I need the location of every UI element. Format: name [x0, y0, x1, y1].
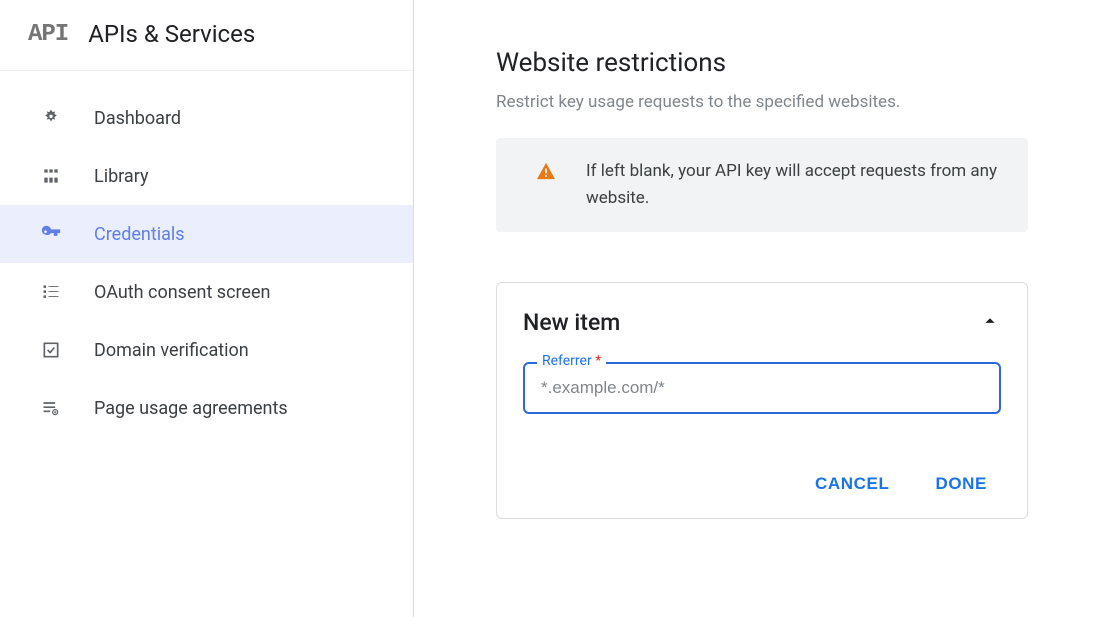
sidebar-title: APIs & Services: [88, 20, 255, 48]
section-description: Restrict key usage requests to the speci…: [496, 92, 1028, 112]
nav-label: Dashboard: [94, 108, 181, 129]
sidebar-item-credentials[interactable]: Credentials: [0, 205, 413, 263]
sidebar-item-oauth-consent[interactable]: OAuth consent screen: [0, 263, 413, 321]
sidebar-item-library[interactable]: Library: [0, 147, 413, 205]
sidebar-item-domain-verification[interactable]: Domain verification: [0, 321, 413, 379]
sidebar-item-page-usage-agreements[interactable]: Page usage agreements: [0, 379, 413, 437]
nav-label: Credentials: [94, 224, 185, 245]
dashboard-icon: [40, 107, 62, 129]
main-content: Website restrictions Restrict key usage …: [414, 0, 1116, 617]
sidebar: API APIs & Services Dashboard Library Cr…: [0, 0, 414, 617]
required-asterisk: *: [595, 353, 601, 369]
agreements-icon: [40, 397, 62, 419]
sidebar-header: API APIs & Services: [0, 0, 413, 71]
cancel-button[interactable]: CANCEL: [815, 474, 889, 494]
nav-list: Dashboard Library Credentials OAuth cons…: [0, 71, 413, 437]
referrer-label: Referrer *: [537, 353, 606, 369]
key-icon: [40, 223, 62, 245]
warning-banner: If left blank, your API key will accept …: [496, 138, 1028, 232]
nav-label: Page usage agreements: [94, 398, 288, 419]
done-button[interactable]: DONE: [935, 474, 987, 494]
section-title: Website restrictions: [496, 48, 1028, 78]
warning-icon: [536, 162, 556, 184]
nav-label: Library: [94, 166, 149, 187]
library-icon: [40, 165, 62, 187]
referrer-label-text: Referrer: [542, 353, 592, 369]
warning-text: If left blank, your API key will accept …: [586, 158, 1004, 212]
check-square-icon: [40, 339, 62, 361]
api-logo-icon: API: [28, 21, 68, 48]
referrer-field-wrap: Referrer *: [523, 362, 1001, 414]
sidebar-item-dashboard[interactable]: Dashboard: [0, 89, 413, 147]
consent-icon: [40, 281, 62, 303]
card-title: New item: [523, 309, 620, 336]
chevron-up-icon[interactable]: [979, 310, 1001, 336]
referrer-input[interactable]: [523, 362, 1001, 414]
card-header: New item: [523, 309, 1001, 336]
nav-label: Domain verification: [94, 340, 249, 361]
card-actions: CANCEL DONE: [523, 474, 1001, 494]
new-item-card: New item Referrer * CANCEL DONE: [496, 282, 1028, 519]
nav-label: OAuth consent screen: [94, 282, 270, 303]
